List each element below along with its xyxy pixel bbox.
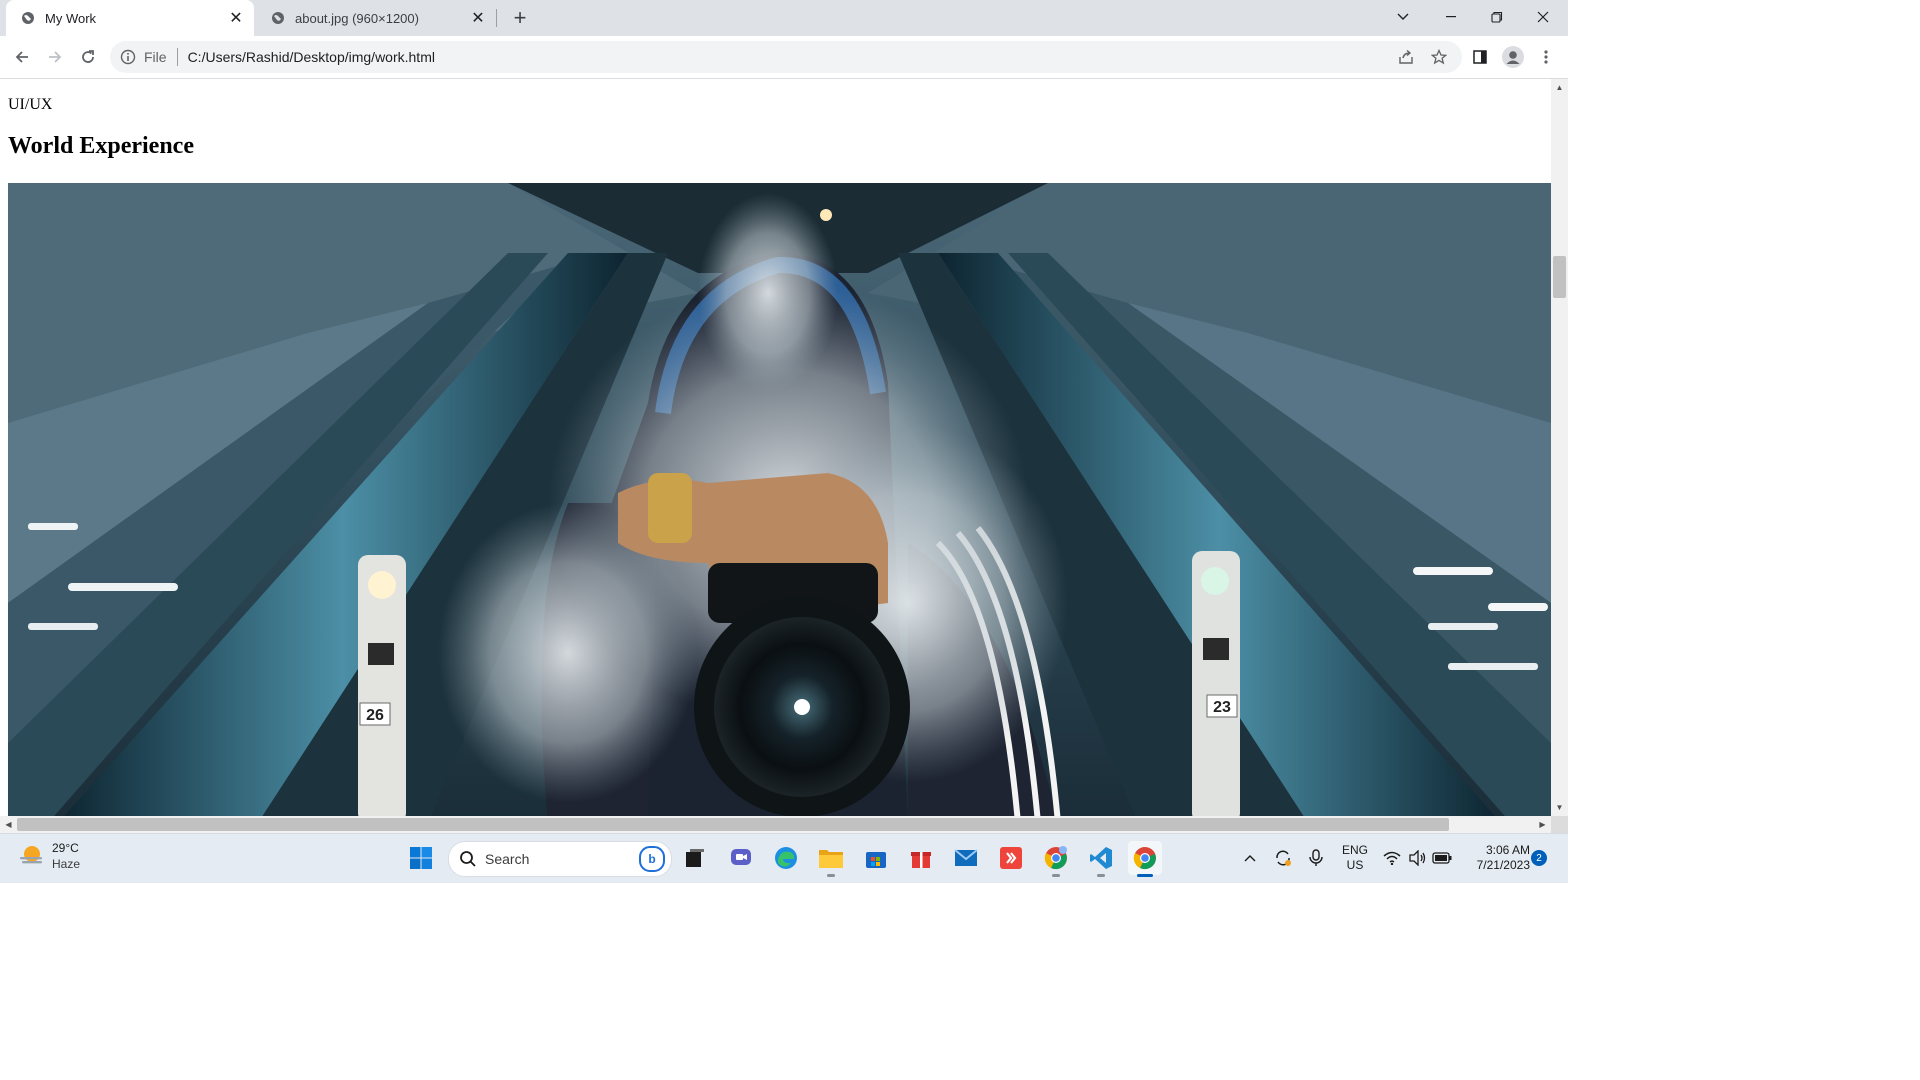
start-button[interactable] <box>404 841 438 875</box>
close-window-button[interactable] <box>1520 0 1566 34</box>
scroll-right-arrow-icon[interactable]: ▶ <box>1534 816 1551 833</box>
tab-my-work[interactable]: My Work ✕ <box>6 0 254 36</box>
tab-about-jpg[interactable]: about.jpg (960×1200) ✕ <box>256 0 496 36</box>
browser-toolbar: File C:/Users/Rashid/Desktop/img/work.ht… <box>0 36 1568 79</box>
volume-icon[interactable] <box>1406 842 1430 874</box>
battery-icon[interactable] <box>1430 842 1454 874</box>
taskbar-search[interactable]: Search b <box>448 841 672 877</box>
address-divider <box>176 48 178 66</box>
wifi-icon[interactable] <box>1380 842 1404 874</box>
menu-icon[interactable] <box>1532 43 1560 71</box>
search-icon <box>460 851 476 867</box>
chrome-icon[interactable] <box>1128 841 1162 877</box>
vertical-scroll-thumb[interactable] <box>1553 256 1566 298</box>
page-heading: World Experience <box>8 133 194 159</box>
haze-sun-icon <box>20 846 42 864</box>
language-region: US <box>1346 858 1364 872</box>
hero-photo: 26 23 <box>8 183 1551 816</box>
teams-chat-icon[interactable] <box>724 841 758 875</box>
clock-time: 3:06 AM <box>1485 843 1530 857</box>
address-bar[interactable]: File C:/Users/Rashid/Desktop/img/work.ht… <box>110 41 1462 73</box>
microsoft-store-icon[interactable] <box>859 841 893 875</box>
forward-button[interactable] <box>41 43 69 71</box>
weather-temperature: 29°C <box>52 841 79 855</box>
tab-title: about.jpg (960×1200) <box>295 10 419 26</box>
vertical-scrollbar[interactable]: ▲ ▼ <box>1551 79 1568 816</box>
minimize-button[interactable] <box>1428 0 1474 34</box>
anydesk-icon[interactable] <box>994 841 1028 875</box>
scroll-up-arrow-icon[interactable]: ▲ <box>1551 79 1568 96</box>
weather-widget[interactable]: 29°C Haze <box>18 840 80 872</box>
url-text[interactable]: C:/Users/Rashid/Desktop/img/work.html <box>188 49 435 65</box>
search-placeholder: Search <box>485 851 530 867</box>
page-subtitle: UI/UX <box>8 96 53 113</box>
input-language[interactable]: ENG US <box>1336 843 1374 873</box>
back-button[interactable] <box>8 43 36 71</box>
tab-strip: My Work ✕ about.jpg (960×1200) ✕ + <box>0 0 1568 36</box>
close-tab-icon[interactable]: ✕ <box>226 8 246 28</box>
new-tab-button[interactable]: + <box>506 4 534 32</box>
microphone-icon[interactable] <box>1304 842 1328 874</box>
bookmark-star-icon[interactable] <box>1425 43 1453 71</box>
side-panel-icon[interactable] <box>1466 43 1494 71</box>
file-explorer-icon[interactable] <box>814 841 848 877</box>
windows-taskbar: 29°C Haze Search b ENG US 3:06 AM 7/21/2… <box>0 833 1568 883</box>
gift-app-icon[interactable] <box>904 841 938 875</box>
tab-title: My Work <box>45 10 97 26</box>
info-icon[interactable] <box>120 49 136 65</box>
tab-divider <box>496 9 497 27</box>
system-clock[interactable]: 3:06 AM 7/21/2023 <box>1460 843 1530 873</box>
language-code: ENG <box>1341 843 1368 857</box>
profile-avatar-icon[interactable] <box>1499 43 1527 71</box>
escalator-number-left: 26 <box>366 707 384 724</box>
vscode-icon[interactable] <box>1084 841 1118 877</box>
show-hidden-icons-chevron-icon[interactable] <box>1238 842 1262 874</box>
clock-date: 7/21/2023 <box>1476 858 1530 872</box>
reload-button[interactable] <box>74 43 102 71</box>
close-tab-icon[interactable]: ✕ <box>468 8 488 28</box>
horizontal-scroll-thumb[interactable] <box>17 818 1449 831</box>
page-viewport: UI/UX World Experience 26 23 <box>0 79 1551 816</box>
scroll-down-arrow-icon[interactable]: ▼ <box>1551 799 1568 816</box>
escalator-number-right: 23 <box>1213 699 1231 716</box>
weather-condition: Haze <box>52 857 81 871</box>
scroll-left-arrow-icon[interactable]: ◀ <box>0 816 17 833</box>
notification-badge[interactable]: 2 <box>1531 850 1547 866</box>
mail-icon[interactable] <box>949 841 983 875</box>
scheme-label: File <box>144 49 167 65</box>
bing-icon[interactable]: b <box>639 846 665 872</box>
globe-icon <box>21 11 35 25</box>
chrome-profile-icon[interactable] <box>1039 841 1073 877</box>
sync-icon[interactable] <box>1270 842 1296 874</box>
restore-button[interactable] <box>1474 0 1520 34</box>
scrollbar-corner <box>1551 816 1568 833</box>
horizontal-scrollbar[interactable]: ◀ ▶ <box>0 816 1551 833</box>
task-view-icon[interactable] <box>678 841 712 875</box>
share-icon[interactable] <box>1392 43 1420 71</box>
globe-icon <box>271 11 285 25</box>
tab-search-icon[interactable] <box>1380 0 1426 34</box>
edge-browser-icon[interactable] <box>769 841 803 875</box>
